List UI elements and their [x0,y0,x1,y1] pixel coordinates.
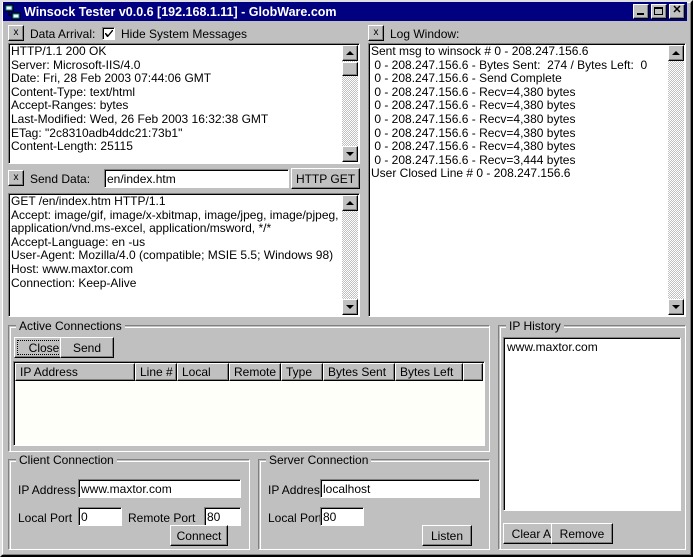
ip-history-title: IP History [506,319,564,333]
log-window-label: Log Window: [390,27,460,41]
connections-listview[interactable]: IP Address Line # Local Remote Type Byte… [13,361,485,446]
send-data-input[interactable] [104,169,289,188]
window-title: Winsock Tester v0.0.6 [192.168.1.11] - G… [24,4,337,19]
scroll-up-icon[interactable] [668,45,684,61]
client-remote-port-label: Remote Port [128,511,196,525]
server-ip-address-input[interactable] [320,479,480,498]
log-window-toggle-label: x [373,27,379,38]
clear-all-label: Clear All [511,526,557,541]
column-header-spacer[interactable] [463,363,483,381]
listen-label: Listen [430,528,464,543]
titlebar-buttons: ✕ [633,4,686,19]
client-local-port-input[interactable] [78,507,122,526]
client-ip-address-input[interactable] [78,479,241,498]
column-header-type[interactable]: Type [281,363,323,381]
close-button[interactable]: ✕ [669,4,685,19]
data-arrival-label: Data Arrival: [30,27,96,41]
column-header-ip-address[interactable]: IP Address [15,363,135,381]
column-header-bytes-sent[interactable]: Bytes Sent [323,363,395,381]
column-header-local[interactable]: Local [177,363,229,381]
application-window: Winsock Tester v0.0.6 [192.168.1.11] - G… [0,0,693,557]
send-data-toggle-label: x [13,172,19,183]
maximize-button[interactable] [651,4,667,19]
connections-table-body[interactable] [15,381,483,444]
scroll-down-icon[interactable] [342,146,358,162]
data-arrival-textarea[interactable]: HTTP/1.1 200 OK Server: Microsoft-IIS/4.… [8,43,360,164]
scroll-up-icon[interactable] [342,195,358,211]
request-scrollbar[interactable] [342,195,358,315]
server-ip-address-label: IP Address [268,483,326,497]
server-connection-title: Server Connection [266,453,372,467]
remove-label: Remove [559,526,605,541]
active-connections-title: Active Connections [16,319,125,333]
connect-button[interactable]: Connect [170,525,228,546]
scroll-down-icon[interactable] [342,299,358,315]
client-connection-title: Client Connection [16,453,117,467]
hide-system-messages-checkbox[interactable] [102,27,115,40]
data-arrival-toggle-button[interactable]: x [8,25,24,41]
log-window-toggle-button[interactable]: x [368,25,384,41]
check-icon [105,30,113,37]
titlebar[interactable]: Winsock Tester v0.0.6 [192.168.1.11] - G… [3,2,687,21]
send-connection-label: Send [72,340,102,355]
server-local-port-label: Local Port [268,511,323,525]
log-window-scrollbar[interactable] [668,45,684,315]
minimize-button[interactable] [633,4,649,19]
client-local-port-label: Local Port [18,511,73,525]
column-header-line-number[interactable]: Line # [135,363,177,381]
listen-button[interactable]: Listen [422,525,472,546]
scroll-down-icon[interactable] [668,299,684,315]
data-arrival-text: HTTP/1.1 200 OK Server: Microsoft-IIS/4.… [11,45,269,154]
data-arrival-scrollbar[interactable] [342,45,358,162]
http-get-button[interactable]: HTTP GET [291,168,360,189]
client-remote-port-input[interactable] [204,507,241,526]
network-computers-icon [4,4,21,20]
request-text: GET /en/index.htm HTTP/1.1 Accept: image… [11,195,339,290]
request-textarea[interactable]: GET /en/index.htm HTTP/1.1 Accept: image… [8,193,360,317]
hide-system-messages-label: Hide System Messages [121,27,248,41]
connect-label: Connect [176,528,222,543]
column-header-bytes-left[interactable]: Bytes Left [395,363,463,381]
log-window-text: Sent msg to winsock # 0 - 208.247.156.6 … [371,45,648,181]
scroll-up-icon[interactable] [342,45,358,61]
send-connection-button[interactable]: Send [60,337,114,358]
connections-table-header: IP Address Line # Local Remote Type Byte… [15,363,483,381]
close-icon: ✕ [672,4,682,16]
http-get-label: HTTP GET [295,171,356,186]
client-ip-address-label: IP Address [18,483,76,497]
column-header-remote[interactable]: Remote [229,363,281,381]
scrollbar-thumb[interactable] [342,62,358,76]
send-data-toggle-button[interactable]: x [8,170,24,186]
data-arrival-toggle-label: x [13,27,19,38]
list-item[interactable]: www.maxtor.com [507,340,677,354]
server-local-port-input[interactable] [320,507,364,526]
send-data-label: Send Data: [30,172,91,186]
ip-history-listbox[interactable]: www.maxtor.com [503,337,681,511]
remove-button[interactable]: Remove [551,523,613,544]
log-window-textarea[interactable]: Sent msg to winsock # 0 - 208.247.156.6 … [368,43,686,317]
